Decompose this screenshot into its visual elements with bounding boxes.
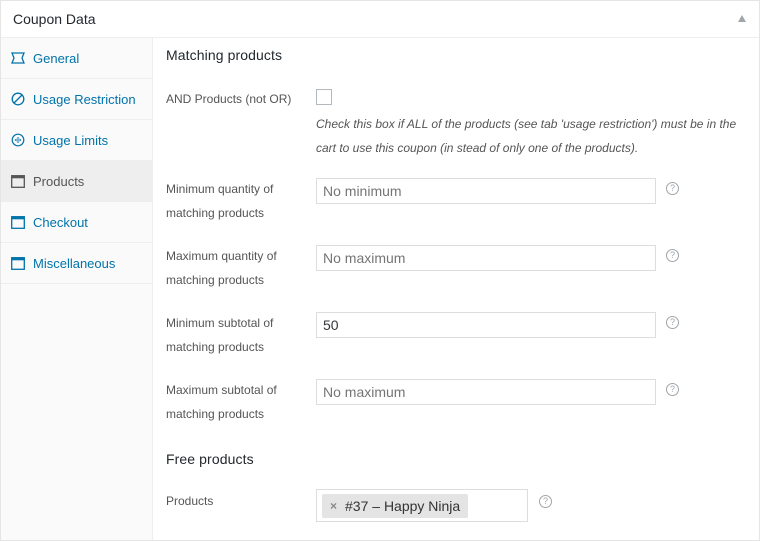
remove-chip-icon[interactable]: × [330,499,337,513]
help-icon[interactable]: ? [666,182,679,195]
products-tab-panel: Matching products AND Products (not OR) … [154,38,759,540]
selected-product-chip: × #37 – Happy Ninja [322,494,469,518]
coupon-data-panel: Coupon Data General Usage Restriction Us… [0,0,760,541]
tab-products[interactable]: Products [1,161,152,202]
and-products-description: Check this box if ALL of the products (s… [316,117,737,155]
tab-miscellaneous[interactable]: Miscellaneous [1,243,152,284]
max-quantity-input[interactable] [316,245,656,271]
window-icon [11,215,25,229]
help-icon[interactable]: ? [666,316,679,329]
min-quantity-input[interactable] [316,178,656,204]
tab-label: General [33,50,80,66]
tab-label: Miscellaneous [33,255,116,271]
collapse-toggle-icon[interactable] [738,15,746,22]
max-subtotal-input[interactable] [316,379,656,405]
free-products-select[interactable]: × #37 – Happy Ninja [316,489,528,522]
max-quantity-label: Maximum quantity of matching products [166,249,277,287]
and-products-label: AND Products (not OR) [166,92,292,106]
help-icon[interactable]: ? [666,249,679,262]
tab-usage-restriction[interactable]: Usage Restriction [1,79,152,120]
and-products-checkbox[interactable] [316,89,332,105]
matching-products-heading: Matching products [166,47,283,63]
chip-label: #37 – Happy Ninja [345,498,461,514]
tab-checkout[interactable]: Checkout [1,202,152,243]
panel-title: Coupon Data [13,11,96,27]
tab-label: Products [33,173,85,189]
help-icon[interactable]: ? [539,495,552,508]
help-icon[interactable]: ? [666,383,679,396]
tab-general[interactable]: General [1,38,152,79]
free-products-heading: Free products [166,451,254,467]
min-subtotal-input[interactable] [316,312,656,338]
free-products-label: Products [166,494,214,508]
tab-label: Usage Limits [33,132,109,148]
block-icon [11,92,25,106]
tab-usage-limits[interactable]: Usage Limits [1,120,152,161]
window-icon [11,174,25,188]
min-subtotal-label: Minimum subtotal of matching products [166,316,274,354]
tab-label: Checkout [33,214,88,230]
limits-icon [11,133,25,147]
min-quantity-label: Minimum quantity of matching products [166,182,274,220]
max-subtotal-label: Maximum subtotal of matching products [166,383,277,421]
panel-header: Coupon Data [1,1,759,38]
ticket-icon [11,51,25,65]
coupon-tabs-sidebar: General Usage Restriction Usage Limits P… [1,38,153,540]
window-icon [11,256,25,270]
tab-label: Usage Restriction [33,91,136,107]
